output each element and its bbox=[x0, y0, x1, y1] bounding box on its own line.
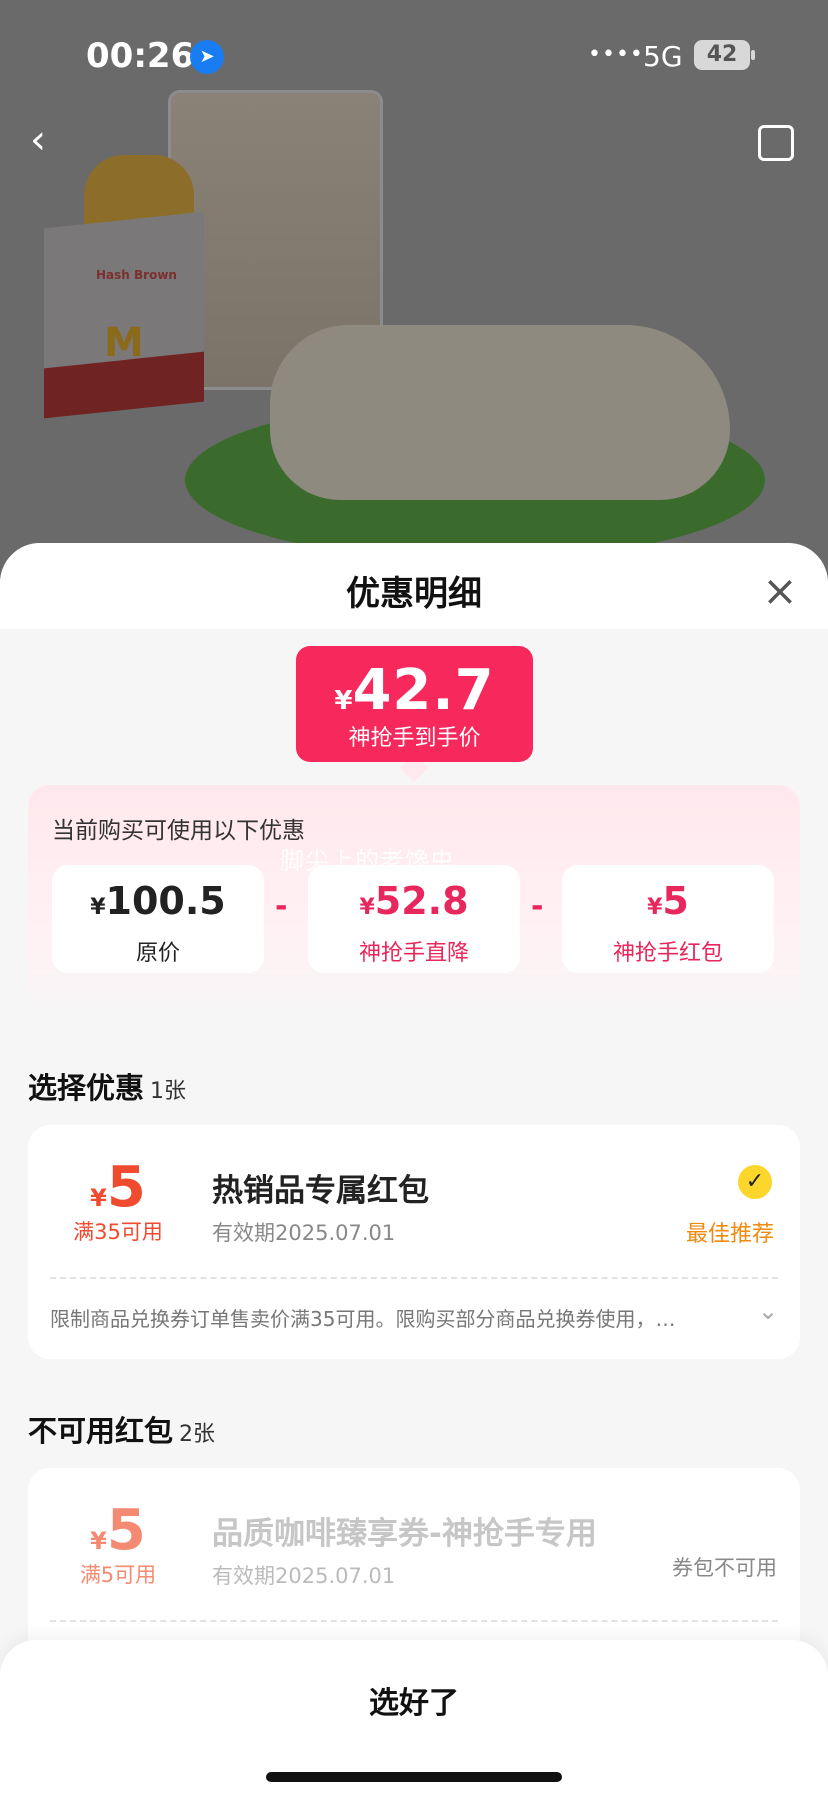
currency-symbol: ¥ bbox=[90, 895, 106, 920]
section-count: 2张 bbox=[179, 1422, 216, 1447]
mcdonalds-logo: M bbox=[104, 320, 144, 366]
original-price-card: ¥100.5 原价 bbox=[52, 865, 264, 973]
direct-discount-card: ¥52.8 神抢手直降 bbox=[308, 865, 520, 973]
confirm-button[interactable]: 选好了 bbox=[0, 1678, 828, 1722]
chevron-down-icon[interactable]: ⌄ bbox=[758, 1297, 778, 1325]
final-price-label: 神抢手到手价 bbox=[348, 726, 481, 751]
final-price-badge: ¥42.7 神抢手到手价 bbox=[296, 646, 533, 762]
coupon-card-available[interactable]: ¥5 满35可用 热销品专属红包 有效期2025.07.01 ✓ 最佳推荐 限制… bbox=[28, 1125, 800, 1359]
currency-symbol: ¥ bbox=[90, 1527, 107, 1555]
chevron-left-icon[interactable]: ‹ bbox=[30, 120, 70, 160]
sheet-title: 优惠明细 bbox=[346, 574, 482, 614]
minus-sign: - bbox=[275, 889, 288, 924]
original-price-amount: 100.5 bbox=[105, 879, 226, 923]
hash-brown-text: Hash Brown bbox=[96, 268, 177, 282]
final-price-amount: 42.7 bbox=[352, 658, 495, 723]
breakdown-title: 当前购买可使用以下优惠 bbox=[52, 818, 305, 844]
coupon-condition: 满35可用 bbox=[73, 1220, 163, 1244]
coupon-name: 品质咖啡臻享券-神抢手专用 bbox=[212, 1516, 597, 1552]
network-type: 5G bbox=[643, 40, 683, 73]
close-icon[interactable]: × bbox=[760, 570, 800, 612]
battery-icon: 42 bbox=[694, 40, 750, 70]
location-arrow-icon: ➤ bbox=[190, 40, 224, 74]
unavailable-heading: 不可用红包 2张 bbox=[28, 1408, 215, 1450]
coupon-amount: ¥5 满5可用 bbox=[48, 1498, 188, 1589]
coupon-description: 限制商品兑换券订单售卖价满35可用。限购买部分商品兑换券使用，… bbox=[50, 1307, 676, 1331]
direct-discount-label: 神抢手直降 bbox=[358, 941, 469, 966]
discount-detail-sheet: 优惠明细 × ¥42.7 神抢手到手价 当前购买可使用以下优惠 脚尖上的老馋虫 … bbox=[0, 543, 828, 1795]
coupon-value: 5 bbox=[106, 1498, 146, 1563]
coupon-value: 5 bbox=[106, 1155, 146, 1220]
currency-symbol: ¥ bbox=[647, 895, 663, 920]
divider bbox=[50, 1620, 778, 1622]
price-breakdown: 当前购买可使用以下优惠 脚尖上的老馋虫 ¥100.5 原价 - ¥52.8 神抢… bbox=[28, 785, 800, 1015]
currency-symbol: ¥ bbox=[334, 686, 353, 716]
home-indicator bbox=[266, 1772, 562, 1782]
divider bbox=[50, 1277, 778, 1279]
share-icon[interactable] bbox=[758, 125, 794, 161]
footer-bar: 选好了 bbox=[0, 1640, 828, 1795]
sheet-header: 优惠明细 × bbox=[0, 543, 828, 629]
hash-brown-bag: Hash Brown M bbox=[44, 150, 204, 419]
coupon-validity: 有效期2025.07.01 bbox=[212, 1221, 396, 1245]
coupon-amount: ¥5 满35可用 bbox=[48, 1155, 188, 1246]
signal-icon: •••• bbox=[588, 42, 644, 67]
red-packet-card: ¥5 神抢手红包 bbox=[562, 865, 774, 973]
best-recommend-tag: 最佳推荐 bbox=[686, 1222, 775, 1247]
status-time: 00:26 bbox=[86, 36, 195, 76]
unavailable-status: 券包不可用 bbox=[672, 1556, 777, 1580]
muffin-bun bbox=[270, 325, 730, 500]
coupon-validity: 有效期2025.07.01 bbox=[212, 1564, 396, 1588]
currency-symbol: ¥ bbox=[90, 1184, 107, 1212]
battery-tip bbox=[751, 50, 755, 60]
red-packet-label: 神抢手红包 bbox=[612, 941, 723, 966]
section-title: 不可用红包 bbox=[28, 1414, 174, 1448]
coupon-condition: 满5可用 bbox=[79, 1563, 157, 1587]
check-icon[interactable]: ✓ bbox=[738, 1165, 772, 1199]
direct-discount-amount: 52.8 bbox=[374, 879, 469, 923]
section-title: 选择优惠 bbox=[28, 1071, 145, 1105]
original-price-label: 原价 bbox=[135, 941, 180, 966]
red-packet-amount: 5 bbox=[662, 879, 689, 923]
choose-discount-heading: 选择优惠 1张 bbox=[28, 1065, 186, 1107]
section-count: 1张 bbox=[150, 1079, 187, 1104]
currency-symbol: ¥ bbox=[359, 895, 375, 920]
minus-sign: - bbox=[531, 889, 544, 924]
coupon-name: 热销品专属红包 bbox=[212, 1173, 429, 1209]
status-bar: 00:26 ➤ •••• 5G 42 bbox=[0, 0, 828, 110]
